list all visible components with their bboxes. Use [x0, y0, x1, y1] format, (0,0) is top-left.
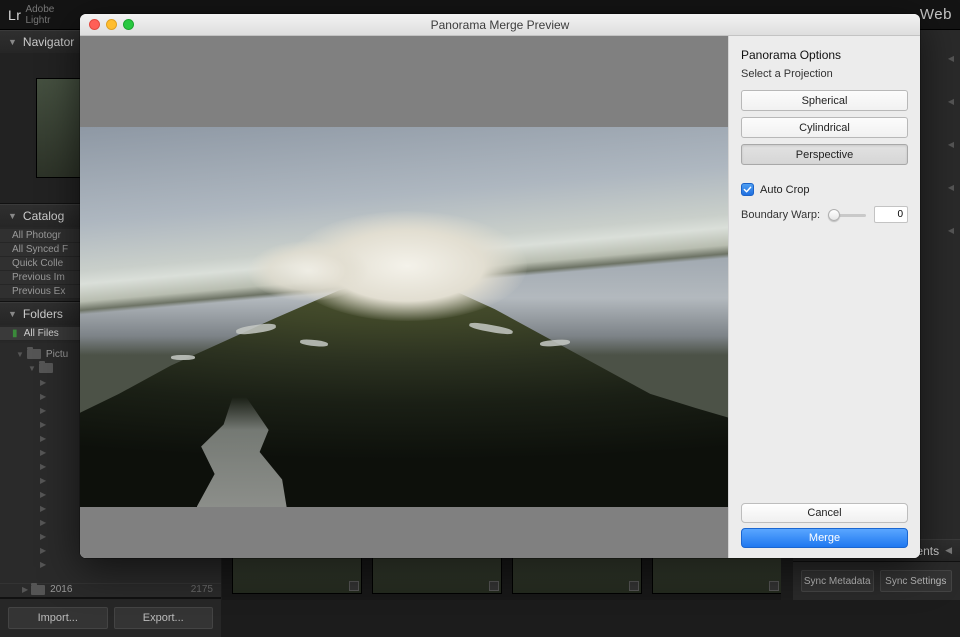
folders-label: Folders [23, 307, 63, 321]
disclosure-triangle-icon: ▶ [40, 392, 46, 401]
collapse-arrow-icon[interactable]: ◀ [945, 136, 957, 153]
dialog-body: Panorama Options Select a Projection Sph… [80, 36, 920, 558]
merge-button[interactable]: Merge [741, 528, 908, 548]
logo-mark: Lr [8, 7, 21, 23]
catalog-label: Catalog [23, 209, 64, 223]
disclosure-triangle-icon: ▶ [40, 560, 46, 569]
import-button[interactable]: Import... [8, 607, 108, 629]
thumb-badge-icon [629, 581, 639, 591]
thumb-badge-icon [349, 581, 359, 591]
auto-crop-label: Auto Crop [760, 184, 810, 196]
navigator-label: Navigator [23, 35, 74, 49]
sync-settings-button[interactable]: Sync Settings [880, 570, 953, 592]
disclosure-triangle-icon: ▶ [40, 532, 46, 541]
drive-icon: ▮ [12, 328, 18, 339]
cancel-button[interactable]: Cancel [741, 503, 908, 523]
projection-perspective-button[interactable]: Perspective [741, 144, 908, 165]
projection-spherical-button[interactable]: Spherical [741, 90, 908, 111]
folder-label: Pictu [46, 349, 68, 360]
collapse-arrow-icon[interactable]: ◀ [945, 50, 957, 67]
preview-snow [171, 355, 195, 360]
disclosure-triangle-icon: ▶ [22, 585, 28, 594]
right-panel-buttons: Sync Metadata Sync Settings [793, 561, 960, 600]
disclosure-triangle-icon: ▶ [40, 504, 46, 513]
app-logo: Lr Adobe Lightr [8, 4, 56, 26]
disclosure-triangle-icon: ▼ [8, 211, 17, 221]
boundary-warp-slider[interactable] [828, 208, 866, 222]
left-panel-buttons: Import... Export... [0, 598, 221, 637]
projection-cylindrical-button[interactable]: Cylindrical [741, 117, 908, 138]
folder-icon [31, 585, 45, 595]
disclosure-triangle-icon: ▼ [28, 364, 36, 373]
options-title: Panorama Options [741, 48, 908, 62]
preview-area [80, 36, 728, 558]
disclosure-triangle-icon: ▶ [40, 518, 46, 527]
tree-row[interactable]: ▶ [6, 557, 221, 571]
collapse-arrow-icon[interactable]: ◀ [945, 93, 957, 110]
disclosure-triangle-icon: ▶ [40, 448, 46, 457]
disclosure-triangle-icon: ▶ [40, 406, 46, 415]
logo-sub-bot: Lightr [25, 15, 50, 26]
slider-thumb-icon[interactable] [828, 209, 840, 221]
disclosure-triangle-icon: ▶ [40, 490, 46, 499]
disclosure-triangle-icon: ◀ [945, 545, 952, 556]
disclosure-triangle-icon: ▶ [40, 476, 46, 485]
boundary-warp-value-input[interactable] [874, 206, 908, 223]
options-subtitle: Select a Projection [741, 68, 908, 80]
disclosure-triangle-icon: ▶ [40, 546, 46, 555]
logo-sub: Adobe Lightr [25, 4, 54, 26]
window-controls [80, 19, 134, 30]
collapse-arrow-icon[interactable]: ◀ [945, 222, 957, 239]
zoom-window-icon[interactable] [123, 19, 134, 30]
export-button[interactable]: Export... [114, 607, 214, 629]
tree-row-bottom[interactable]: ▶ 2016 2175 [0, 583, 221, 597]
collapse-arrow-icon[interactable]: ◀ [945, 179, 957, 196]
panorama-options-panel: Panorama Options Select a Projection Sph… [728, 36, 920, 558]
folder-label: 2016 [50, 584, 72, 595]
panorama-merge-dialog: Panorama Merge Preview Panorama Options … [80, 14, 920, 558]
disclosure-triangle-icon: ▼ [8, 37, 17, 47]
dialog-titlebar[interactable]: Panorama Merge Preview [80, 14, 920, 36]
module-web[interactable]: Web [920, 6, 952, 23]
minimize-window-icon[interactable] [106, 19, 117, 30]
boundary-warp-label: Boundary Warp: [741, 209, 820, 221]
disclosure-triangle-icon: ▶ [40, 434, 46, 443]
folders-root-label: All Files [24, 328, 59, 339]
sync-metadata-button[interactable]: Sync Metadata [801, 570, 874, 592]
disclosure-triangle-icon: ▼ [16, 350, 24, 359]
auto-crop-checkbox[interactable] [741, 183, 754, 196]
disclosure-triangle-icon: ▶ [40, 378, 46, 387]
folder-icon [39, 363, 53, 373]
checkmark-icon [743, 185, 752, 194]
thumb-badge-icon [769, 581, 779, 591]
disclosure-triangle-icon: ▼ [8, 309, 17, 319]
panorama-preview[interactable] [80, 127, 728, 507]
folder-icon [27, 349, 41, 359]
close-window-icon[interactable] [89, 19, 100, 30]
logo-sub-top: Adobe [25, 4, 54, 15]
dialog-title: Panorama Merge Preview [80, 18, 920, 32]
thumb-badge-icon [489, 581, 499, 591]
boundary-warp-row: Boundary Warp: [741, 206, 908, 223]
disclosure-triangle-icon: ▶ [40, 420, 46, 429]
preview-cloud [248, 241, 368, 301]
disclosure-triangle-icon: ▶ [40, 462, 46, 471]
auto-crop-row[interactable]: Auto Crop [741, 183, 908, 196]
folder-count: 2175 [191, 584, 213, 595]
